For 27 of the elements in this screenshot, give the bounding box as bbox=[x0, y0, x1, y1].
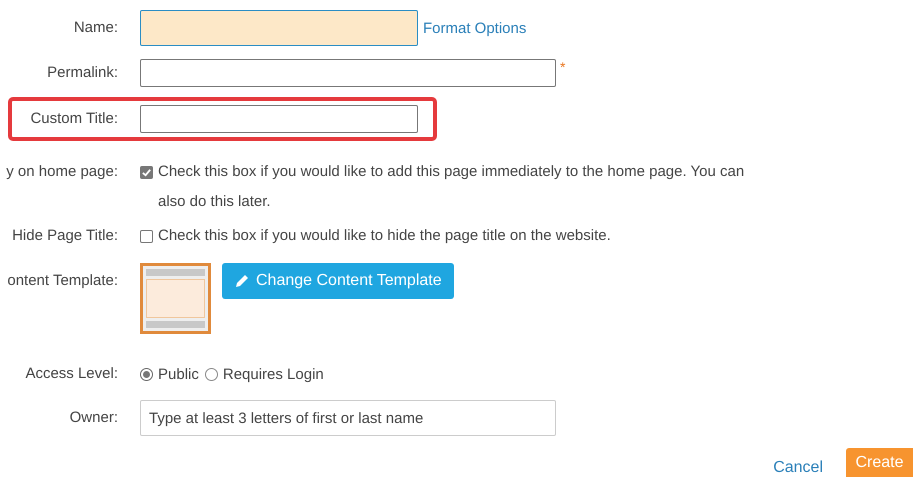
checkbox-description: Check this box if you would like to hide the page title on the website. bbox=[158, 226, 611, 246]
input-field[interactable] bbox=[140, 105, 418, 133]
checkbox-description: Check this box if you would like to add this page immediately to the home page. You can also do this later. bbox=[158, 162, 746, 212]
checkbox[interactable] bbox=[140, 166, 153, 179]
radio-label: Public bbox=[158, 366, 199, 382]
format-options-link[interactable]: Format Options bbox=[423, 20, 526, 36]
field-label: Permalink: bbox=[46, 63, 118, 83]
input-field[interactable] bbox=[140, 59, 556, 87]
input-field[interactable] bbox=[140, 10, 418, 46]
field-label: Name: bbox=[72, 18, 118, 38]
radio-button[interactable] bbox=[204, 368, 218, 380]
field-label: ontent Template: bbox=[6, 271, 118, 291]
change-template-button[interactable]: Change Content Template bbox=[222, 263, 454, 299]
checkbox[interactable] bbox=[140, 230, 153, 243]
pencil-icon bbox=[234, 273, 250, 289]
field-label: Hide Page Title: bbox=[11, 226, 118, 246]
field-label: Owner: bbox=[68, 408, 118, 428]
field-label: y on home page: bbox=[5, 162, 118, 182]
field-label: Access Level: bbox=[24, 364, 118, 384]
input-field[interactable]: Type at least 3 letters of first or last name bbox=[140, 400, 556, 436]
radio-label: Requires Login bbox=[222, 366, 324, 382]
required-mark: * bbox=[560, 59, 566, 75]
create-button[interactable]: Create bbox=[846, 448, 913, 477]
field-label: Custom Title: bbox=[29, 109, 118, 129]
template-thumbnail[interactable] bbox=[140, 263, 211, 334]
cancel-link[interactable]: Cancel bbox=[773, 459, 823, 477]
radio-button[interactable] bbox=[140, 368, 153, 380]
